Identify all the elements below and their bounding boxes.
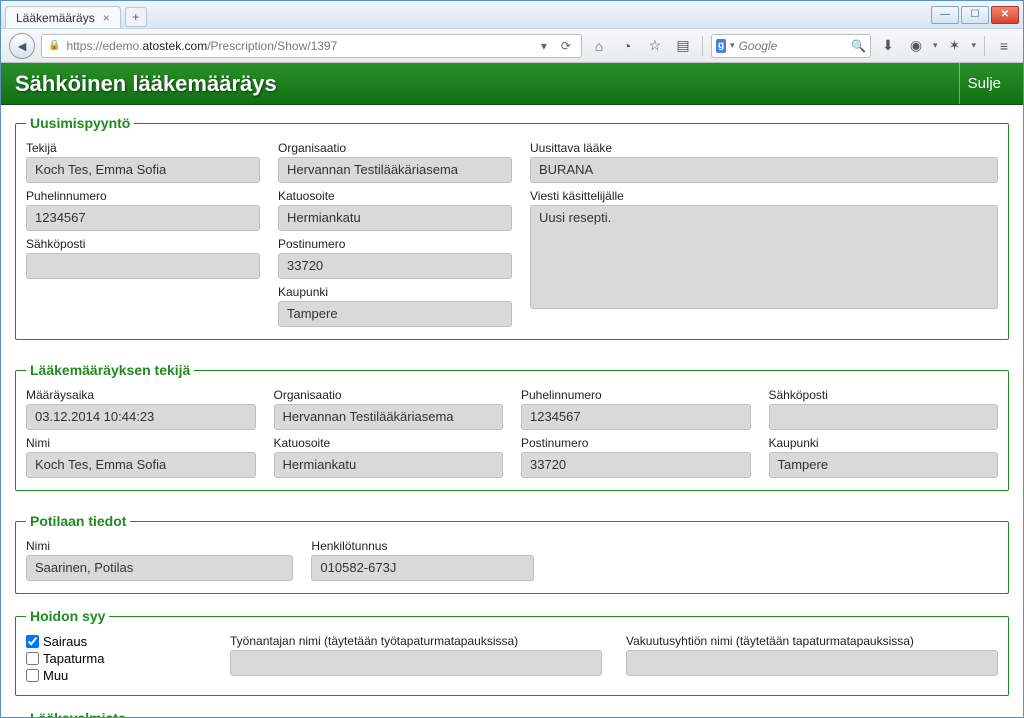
name-label: Nimi xyxy=(26,436,256,450)
search-icon[interactable]: 🔍 xyxy=(851,39,866,53)
creator-value: Koch Tes, Emma Sofia xyxy=(26,157,260,183)
time-value: 03.12.2014 10:44:23 xyxy=(26,404,256,430)
phone-value: 1234567 xyxy=(26,205,260,231)
tab-title: Lääkemääräys xyxy=(16,11,95,25)
toolbar-separator xyxy=(702,36,703,56)
email-value xyxy=(769,404,999,430)
home-icon[interactable]: ⌂ xyxy=(588,35,610,57)
checkbox-other[interactable]: Muu xyxy=(26,668,206,683)
panel-medicine-product: Lääkevalmiste xyxy=(15,710,1009,717)
org-label: Organisaatio xyxy=(274,388,504,402)
email-label: Sähköposti xyxy=(769,388,999,402)
phone-label: Puhelinnumero xyxy=(26,189,260,203)
google-icon: g xyxy=(716,39,726,53)
window-controls: — ☐ ✕ xyxy=(931,6,1019,24)
search-input[interactable] xyxy=(739,39,847,53)
message-value: Uusi resepti. xyxy=(530,205,998,309)
reload-icon[interactable]: ⟳ xyxy=(557,39,575,53)
patient-name-value: Saarinen, Potilas xyxy=(26,555,293,581)
creator-label: Tekijä xyxy=(26,141,260,155)
checkbox-accident[interactable]: Tapaturma xyxy=(26,651,206,666)
insurer-label: Vakuutusyhtiön nimi (täytetään tapaturma… xyxy=(626,634,998,648)
panel-renewal-request: Uusimispyyntö Tekijä Koch Tes, Emma Sofia… xyxy=(15,115,1009,340)
city-value: Tampere xyxy=(278,301,512,327)
street-value: Hermiankatu xyxy=(274,452,504,478)
org-value: Hervannan Testilääkäriasema xyxy=(278,157,512,183)
url-text: https://edemo.atostek.com/Prescription/S… xyxy=(66,39,337,53)
page-viewport[interactable]: Sähköinen lääkemääräys Sulje Uusimispyyn… xyxy=(1,63,1023,717)
postal-value: 33720 xyxy=(278,253,512,279)
addon-icon[interactable]: ◉ xyxy=(905,35,927,57)
chevron-down-icon[interactable]: ▾ xyxy=(933,40,938,51)
page-close-link[interactable]: Sulje xyxy=(959,63,1009,104)
window-minimize-button[interactable]: — xyxy=(931,6,959,24)
street-value: Hermiankatu xyxy=(278,205,512,231)
postal-value: 33720 xyxy=(521,452,751,478)
panel-legend: Potilaan tiedot xyxy=(26,513,130,529)
panel-patient-info: Potilaan tiedot Nimi Saarinen, Potilas He… xyxy=(15,513,1009,594)
nav-back-button[interactable]: ◄ xyxy=(9,33,35,59)
city-label: Kaupunki xyxy=(278,285,512,299)
browser-tab-active[interactable]: Lääkemääräys × xyxy=(5,6,121,28)
employer-label: Työnantajan nimi (täytetään työtapaturma… xyxy=(230,634,602,648)
email-label: Sähköposti xyxy=(26,237,260,251)
reader-icon[interactable]: ▤ xyxy=(672,35,694,57)
history-icon[interactable]: ◔ xyxy=(616,35,638,57)
panel-legend: Uusimispyyntö xyxy=(26,115,134,131)
toolbar-separator xyxy=(984,36,985,56)
window-close-button[interactable]: ✕ xyxy=(991,6,1019,24)
insurer-input[interactable] xyxy=(626,650,998,676)
employer-input[interactable] xyxy=(230,650,602,676)
page-title: Sähköinen lääkemääräys xyxy=(15,71,277,97)
name-value: Koch Tes, Emma Sofia xyxy=(26,452,256,478)
browser-toolbar: ◄ 🔒 https://edemo.atostek.com/Prescripti… xyxy=(1,29,1023,63)
page-content: Uusimispyyntö Tekijä Koch Tes, Emma Sofia… xyxy=(1,105,1023,717)
org-value: Hervannan Testilääkäriasema xyxy=(274,404,504,430)
new-tab-button[interactable]: + xyxy=(125,7,147,27)
tab-strip: Lääkemääräys × + xyxy=(5,1,931,28)
postal-label: Postinumero xyxy=(521,436,751,450)
med-label: Uusittava lääke xyxy=(530,141,998,155)
checkbox-sickness-input[interactable] xyxy=(26,635,39,648)
message-label: Viesti käsittelijälle xyxy=(530,189,998,203)
panel-legend: Lääkevalmiste xyxy=(26,710,130,717)
city-value: Tampere xyxy=(769,452,999,478)
phone-label: Puhelinnumero xyxy=(521,388,751,402)
checkbox-other-input[interactable] xyxy=(26,669,39,682)
phone-value: 1234567 xyxy=(521,404,751,430)
lock-icon: 🔒 xyxy=(48,40,60,51)
window-maximize-button[interactable]: ☐ xyxy=(961,6,989,24)
org-label: Organisaatio xyxy=(278,141,512,155)
time-label: Määräysaika xyxy=(26,388,256,402)
bookmark-star-icon[interactable]: ☆ xyxy=(644,35,666,57)
panel-treatment-reason: Hoidon syy Sairaus Tapaturma Muu Työnant… xyxy=(15,608,1009,696)
email-value xyxy=(26,253,260,279)
url-bar[interactable]: 🔒 https://edemo.atostek.com/Prescription… xyxy=(41,34,582,58)
panel-legend: Lääkemääräyksen tekijä xyxy=(26,362,194,378)
menu-icon[interactable]: ≡ xyxy=(993,35,1015,57)
checkbox-sickness[interactable]: Sairaus xyxy=(26,634,206,649)
browser-window: Lääkemääräys × + — ☐ ✕ ◄ 🔒 https://edemo… xyxy=(0,0,1024,718)
checkbox-accident-input[interactable] xyxy=(26,652,39,665)
page-header: Sähköinen lääkemääräys Sulje xyxy=(1,63,1023,105)
reload-chevron-icon[interactable]: ▾ xyxy=(537,39,551,53)
street-label: Katuosoite xyxy=(274,436,504,450)
postal-label: Postinumero xyxy=(278,237,512,251)
patient-ssn-label: Henkilötunnus xyxy=(311,539,534,553)
extension-icon[interactable]: ✶ xyxy=(943,35,965,57)
search-bar[interactable]: g ▾ 🔍 xyxy=(711,34,871,58)
panel-prescription-author: Lääkemääräyksen tekijä Määräysaika 03.12.… xyxy=(15,362,1009,491)
chevron-down-icon[interactable]: ▾ xyxy=(971,40,976,51)
tab-close-icon[interactable]: × xyxy=(101,11,112,25)
patient-name-label: Nimi xyxy=(26,539,293,553)
patient-ssn-value: 010582-673J xyxy=(311,555,534,581)
city-label: Kaupunki xyxy=(769,436,999,450)
med-value: BURANA xyxy=(530,157,998,183)
download-icon[interactable]: ⬇ xyxy=(877,35,899,57)
window-titlebar: Lääkemääräys × + — ☐ ✕ xyxy=(1,1,1023,29)
chevron-down-icon[interactable]: ▾ xyxy=(730,40,735,51)
panel-legend: Hoidon syy xyxy=(26,608,109,624)
street-label: Katuosoite xyxy=(278,189,512,203)
